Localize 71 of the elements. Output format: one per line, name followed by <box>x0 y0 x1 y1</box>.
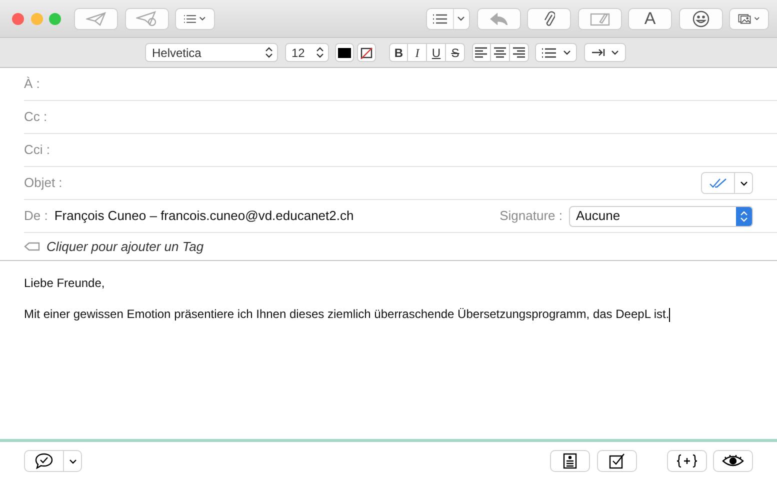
style-button[interactable]: U <box>427 43 446 62</box>
checkmarks-icon <box>709 178 727 188</box>
checklist-button[interactable] <box>596 450 636 472</box>
chevron-icon <box>457 16 466 21</box>
paperclip-icon <box>543 10 555 28</box>
variables-button[interactable] <box>666 450 706 472</box>
attach-button[interactable] <box>527 8 571 30</box>
list-split-button[interactable] <box>426 8 470 30</box>
field-label: À : <box>24 75 40 94</box>
message-text: Liebe Freunde, <box>24 275 106 292</box>
emoji-button[interactable] <box>678 8 722 30</box>
eye-icon <box>722 455 744 467</box>
chevron-icon <box>68 458 76 464</box>
photo-icon <box>738 12 751 26</box>
text-color-button[interactable] <box>335 43 354 62</box>
checkbox-icon <box>608 453 624 469</box>
speech-check-icon <box>35 453 53 469</box>
reply-icon <box>490 12 508 24</box>
field-label: De : <box>24 207 48 226</box>
field-label: Signature : <box>500 207 562 226</box>
sender-address[interactable]: François Cuneo – francois.cuneo@vd.educanet2.ch <box>54 206 354 226</box>
background-color-button[interactable] <box>357 43 376 62</box>
markup-icon <box>590 12 610 26</box>
chevron-icon <box>562 50 570 55</box>
align-button[interactable] <box>490 43 510 62</box>
style-button[interactable]: B <box>389 43 408 62</box>
align-right-icon <box>512 47 526 58</box>
list-style-button[interactable] <box>535 43 578 62</box>
style-button[interactable]: I <box>408 43 428 62</box>
style-button[interactable]: S <box>446 43 466 62</box>
braces-plus-icon <box>676 454 698 468</box>
preview-button[interactable] <box>713 450 753 472</box>
list-menu-button[interactable] <box>175 8 215 30</box>
size-select[interactable]: 12 <box>284 43 328 62</box>
stepper-icon <box>740 210 748 222</box>
stepper-icon <box>265 47 273 58</box>
format-button[interactable] <box>701 172 735 194</box>
message-text: Mit einer gewissen Emotion präsentiere ich Ihnen dieses ziemlich überraschende Übersetzungsprogramm, das DeepL ist. <box>24 306 672 323</box>
photo-browser-button[interactable] <box>729 8 769 30</box>
field-label: Cc : <box>24 108 48 126</box>
paper-plane-icon <box>86 12 106 26</box>
field-label: Cci : <box>24 141 50 160</box>
text-cursor <box>669 308 670 322</box>
signature-select[interactable]: Aucune <box>569 206 753 226</box>
tag-icon <box>24 242 40 251</box>
align-button[interactable] <box>510 43 529 62</box>
chevron-icon <box>611 50 619 55</box>
list-icon <box>542 48 556 58</box>
indent-icon <box>590 48 604 57</box>
dropdown-button[interactable] <box>64 450 82 472</box>
no-color-icon <box>360 46 374 58</box>
paper-plane-clock-icon <box>136 11 158 26</box>
align-left-icon <box>474 47 488 58</box>
smiley-icon <box>692 10 710 28</box>
document-icon <box>563 453 577 469</box>
tag-link[interactable]: Cliquer pour ajouter un Tag <box>46 236 204 256</box>
chevron-icon <box>199 16 206 21</box>
dropdown-button[interactable] <box>735 172 753 194</box>
chevron-icon <box>754 16 760 21</box>
list-icon <box>432 14 447 24</box>
field-label: Objet : <box>24 174 62 192</box>
smart-reply-button[interactable] <box>24 450 64 472</box>
chevron-icon <box>740 180 748 186</box>
indent-button[interactable] <box>584 43 626 62</box>
font-select[interactable]: Helvetica <box>145 43 278 62</box>
font-button[interactable]: A <box>628 8 672 30</box>
stepper-icon <box>316 47 324 58</box>
align-button[interactable] <box>472 43 491 62</box>
list-icon <box>184 14 196 24</box>
document-button[interactable] <box>550 450 590 472</box>
align-center-icon <box>492 47 507 58</box>
